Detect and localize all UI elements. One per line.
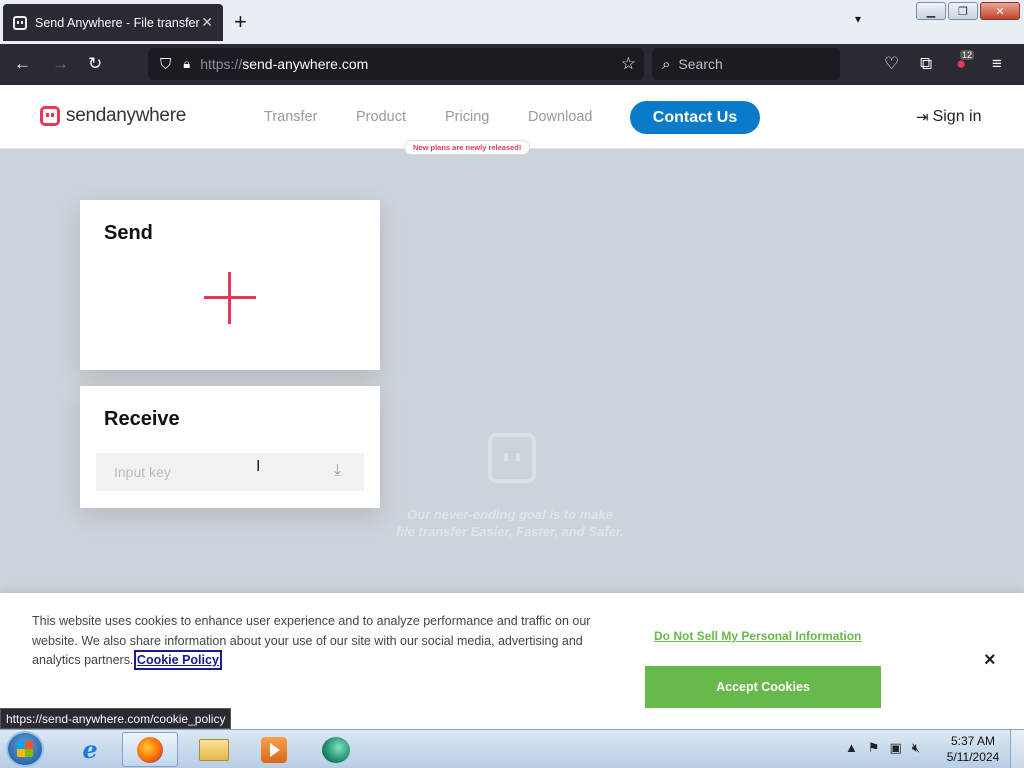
cookie-text: This website uses cookies to enhance use… — [32, 612, 622, 671]
nav-pricing[interactable]: Pricing — [445, 109, 489, 125]
lock-icon[interactable]: 🔒︎ — [183, 56, 190, 72]
text-cursor-icon: I — [256, 458, 261, 475]
taskbar-firefox-icon[interactable] — [122, 732, 178, 767]
tagline: Our never-ending goal is to make file tr… — [360, 506, 660, 540]
windows-taskbar: e ▲ ⚑ ▣ 🔇︎ 5:37 AM 5/11/2024 — [0, 729, 1024, 768]
clock-time: 5:37 AM — [950, 734, 996, 748]
window-controls: ▁ ❐ ✕ — [916, 2, 1020, 20]
contact-us-button[interactable]: Contact Us — [630, 101, 760, 134]
bookmark-star-icon[interactable]: ☆ — [621, 54, 636, 74]
browser-tab[interactable]: Send Anywhere - File transfer ✕ — [3, 4, 223, 41]
show-desktop-button[interactable] — [1010, 730, 1024, 768]
volume-muted-icon[interactable]: 🔇︎ — [912, 740, 920, 756]
receive-title: Receive — [104, 408, 180, 430]
nav-product[interactable]: Product — [356, 109, 406, 125]
minimize-button[interactable]: ▁ — [916, 2, 946, 20]
start-button[interactable] — [6, 731, 44, 767]
send-card[interactable]: Send — [80, 200, 380, 370]
url-bar[interactable]: ⛉ 🔒︎ https:// send-anywhere.com ☆ — [148, 48, 644, 80]
search-icon: ⌕ — [662, 55, 671, 73]
addon-badge: 12 — [960, 50, 975, 60]
action-center-flag-icon[interactable]: ⚑ — [868, 740, 880, 756]
taskbar-clock[interactable]: 5:37 AM 5/11/2024 — [944, 733, 1002, 765]
list-tabs-chevron-icon[interactable]: ▾ — [855, 12, 861, 26]
receive-card: Receive ⤓ — [80, 386, 380, 508]
watermark-logo-icon — [488, 433, 536, 483]
cookie-message: This website uses cookies to enhance use… — [32, 614, 591, 667]
site-header: sendanywhere Transfer Product Pricing Do… — [0, 85, 1024, 155]
nav-download[interactable]: Download — [528, 109, 593, 125]
send-title: Send — [104, 222, 153, 244]
url-protocol: https:// — [200, 56, 243, 72]
tracking-shield-icon[interactable]: ⛉ — [160, 56, 171, 73]
browser-search-bar[interactable]: ⌕ Search — [652, 48, 840, 80]
system-tray: ▲ ⚑ ▣ 🔇︎ — [845, 740, 920, 756]
network-icon[interactable]: ▣ — [890, 740, 902, 756]
status-url: https://send-anywhere.com/cookie_policy — [0, 708, 232, 729]
tagline-line-1: Our never-ending goal is to make — [407, 507, 613, 522]
taskbar-app-icon[interactable] — [308, 732, 364, 767]
taskbar-ie-icon[interactable]: e — [62, 732, 118, 767]
browser-tab-strip: Send Anywhere - File transfer ✕ + ▾ ▁ ❐ … — [0, 0, 1024, 44]
taskbar-explorer-icon[interactable] — [186, 732, 242, 767]
tray-expand-icon[interactable]: ▲ — [845, 740, 858, 756]
clock-date: 5/11/2024 — [946, 750, 1000, 764]
sign-in-link[interactable]: ⇥ Sign in — [916, 108, 982, 126]
sign-in-label: Sign in — [932, 108, 982, 125]
url-host: send-anywhere.com — [242, 56, 369, 72]
browser-nav-bar: ← → ↻ ⛉ 🔒︎ https:// send-anywhere.com ☆ … — [0, 44, 1024, 85]
accept-cookies-button[interactable]: Accept Cookies — [645, 666, 881, 708]
search-placeholder: Search — [678, 56, 723, 72]
forward-arrow-icon[interactable]: → — [52, 54, 69, 74]
do-not-sell-link[interactable]: Do Not Sell My Personal Information — [654, 629, 861, 643]
input-key-field[interactable] — [96, 453, 364, 491]
logo-text: sendanywhere — [66, 105, 186, 126]
close-window-button[interactable]: ✕ — [980, 2, 1020, 20]
pricing-badge: New plans are newly released! — [404, 140, 531, 155]
tagline-line-2: file transfer Easier, Faster, and Safer. — [396, 524, 624, 539]
logo-icon — [40, 106, 60, 126]
pocket-icon[interactable]: ♡ — [884, 54, 899, 74]
cookie-policy-link[interactable]: Cookie Policy — [133, 650, 222, 670]
close-banner-icon[interactable]: × — [984, 649, 996, 672]
taskbar-media-player-icon[interactable] — [246, 732, 302, 767]
back-arrow-icon[interactable]: ← — [14, 54, 31, 74]
site-logo[interactable]: sendanywhere — [40, 105, 186, 127]
menu-icon[interactable]: ≡ — [992, 54, 1002, 74]
add-files-plus-icon[interactable] — [204, 272, 256, 324]
close-tab-icon[interactable]: ✕ — [201, 14, 213, 31]
sign-in-icon: ⇥ — [916, 109, 929, 126]
restore-button[interactable]: ❐ — [948, 2, 978, 20]
new-tab-button[interactable]: + — [234, 8, 247, 36]
download-icon[interactable]: ⤓ — [334, 462, 341, 480]
tab-title: Send Anywhere - File transfer — [35, 15, 200, 30]
site-favicon-icon — [13, 15, 27, 30]
reload-icon[interactable]: ↻ — [88, 54, 102, 74]
extensions-icon[interactable]: ⧉ — [920, 54, 932, 74]
nav-transfer[interactable]: Transfer — [264, 109, 317, 125]
